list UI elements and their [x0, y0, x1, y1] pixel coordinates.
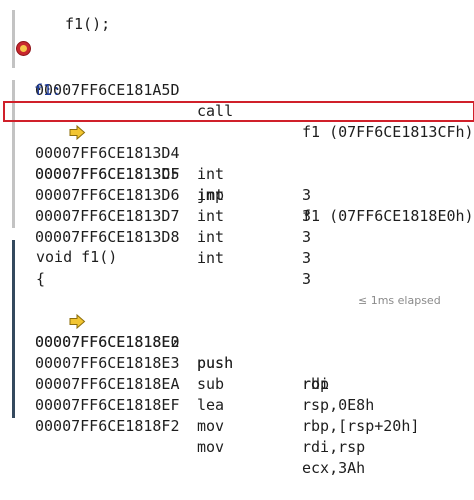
instruction-address: 00007FF6CE1813D5	[35, 165, 180, 183]
instruction-address: 00007FF6CE1818F2	[35, 417, 180, 435]
instruction-opcode: int	[197, 186, 225, 204]
breakpoint-icon[interactable]	[15, 40, 32, 57]
instruction-row[interactable]: 00007FF6CE1813D4 int 3	[15, 122, 311, 204]
instruction-row[interactable]: 00007FF6CE1818F2 mov ecx,3Ah	[15, 395, 365, 477]
instruction-row[interactable]: 00007FF6CE1813D8 int 3	[15, 206, 311, 288]
instruction-row[interactable]: 00007FF6CE1818EA lea rbp,[rsp+20h]	[15, 353, 419, 435]
source-line: void f1()	[36, 248, 118, 266]
instruction-opcode: int	[197, 165, 225, 183]
next-statement-arrow-icon	[15, 292, 86, 330]
instruction-address: 00007FF6CE1818E3	[35, 354, 180, 372]
instruction-address: 00007FF6CE1813D4	[35, 144, 180, 162]
instruction-opcode: mov	[197, 417, 225, 435]
disassembly-block-f1-thunk: f1: 00007FF6CE1813CF jmp f1 (07FF6CE1818…	[3, 80, 474, 288]
instruction-address: 00007FF6CE1818E2	[35, 333, 180, 351]
instruction-row[interactable]: 00007FF6CE1813D7 int 3	[15, 185, 311, 267]
instruction-operand: 3	[302, 186, 312, 204]
disassembly-block-call: f1(); 00007FF6CE181A5D call f1 (07FF6CE1…	[12, 10, 474, 141]
instruction-address: 00007FF6CE1813D6	[35, 186, 180, 204]
instruction-address: 00007FF6CE1818EA	[35, 375, 180, 393]
instruction-operand: rsp,0E8h	[302, 396, 375, 414]
instruction-row[interactable]: 00007FF6CE1818E2 push rdi	[15, 311, 329, 393]
instruction-operand: 3	[302, 207, 312, 225]
instruction-row[interactable]: 00007FF6CE1818E0 push rbp ≤ 1ms elapsed	[15, 290, 474, 393]
instruction-opcode: push	[197, 354, 234, 372]
instruction-operand: rdi,rsp	[302, 438, 366, 456]
instruction-operand: ecx,3Ah	[302, 459, 366, 477]
instruction-opcode: mov	[197, 438, 225, 456]
perf-tip-elapsed: ≤ 1ms elapsed	[358, 294, 441, 307]
instruction-opcode: sub	[197, 375, 225, 393]
instruction-operand: f1 (07FF6CE1818E0h)	[302, 207, 474, 225]
current-instruction-arrow-icon	[15, 103, 86, 141]
instruction-row[interactable]: 00007FF6CE1818E3 sub rsp,0E8h	[15, 332, 374, 414]
highlight-box	[3, 101, 474, 122]
instruction-opcode: int	[197, 207, 225, 225]
disassembly-block-f1-body: void f1() { 00007FF6CE1818E0 push rbp ≤ …	[12, 240, 474, 477]
instruction-row[interactable]: 00007FF6CE1813D5 int 3	[15, 143, 311, 225]
instruction-operand: rdi	[302, 375, 330, 393]
source-brace: {	[36, 270, 46, 288]
instruction-address: 00007FF6CE1818EF	[35, 396, 180, 414]
instruction-row[interactable]: 00007FF6CE1818EF mov rdi,rsp	[15, 374, 365, 456]
source-line: f1();	[65, 15, 111, 33]
instruction-operand: rbp,[rsp+20h]	[302, 417, 420, 435]
instruction-row[interactable]: 00007FF6CE181A5D call f1 (07FF6CE1813CFh…	[15, 38, 474, 141]
instruction-address: 00007FF6CE1813D7	[35, 207, 180, 225]
instruction-row-highlighted[interactable]: 00007FF6CE1813CF jmp f1 (07FF6CE1818E0h)	[3, 101, 474, 225]
instruction-opcode: lea	[197, 396, 225, 414]
instruction-row[interactable]: 00007FF6CE1813D6 int 3	[15, 164, 311, 246]
function-label: f1:	[34, 81, 62, 99]
